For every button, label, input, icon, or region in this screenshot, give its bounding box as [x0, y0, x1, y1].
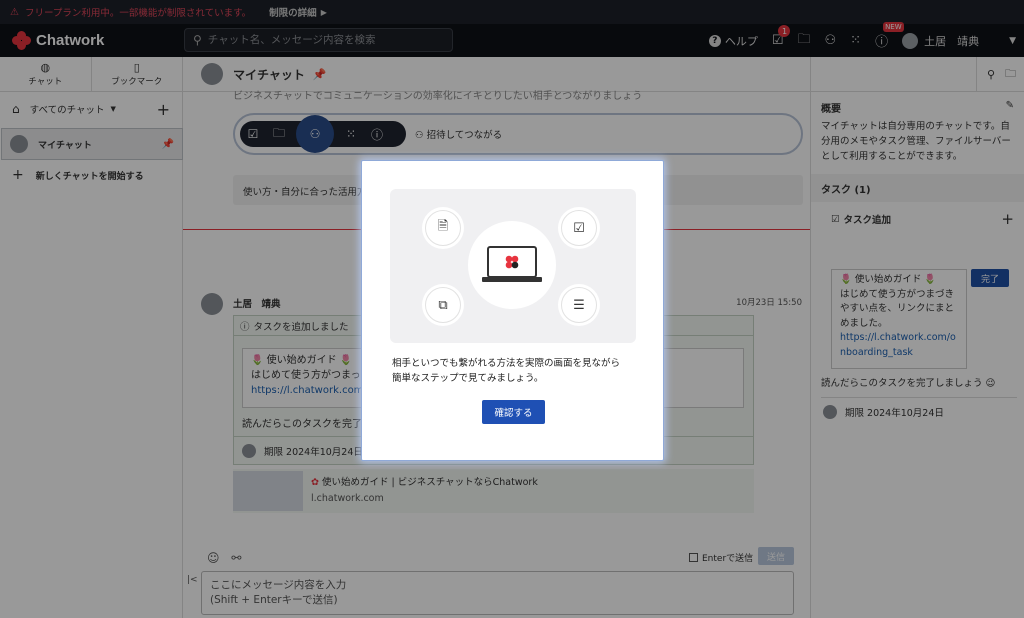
modal-description: 相手といつでも繋がれる方法を実際の画面を見ながら 簡単なステップで見てみましょう…: [392, 356, 642, 386]
laptop-circle: [468, 221, 556, 309]
onboarding-illustration: 🗎 ☑ ⧉ ☰: [390, 189, 636, 343]
chat-bubble-icon: ☰: [561, 287, 597, 323]
check-icon-circle: ☑: [558, 207, 600, 249]
video-icon-circle: ⧉: [422, 284, 464, 326]
document-icon: 🗎: [425, 210, 461, 246]
confirm-button[interactable]: 確認する: [482, 400, 545, 424]
document-icon-circle: 🗎: [422, 207, 464, 249]
checkbox-icon: ☑: [561, 210, 597, 246]
modal-text-line1: 相手といつでも繋がれる方法を実際の画面を見ながら: [392, 358, 621, 369]
video-call-icon: ⧉: [425, 287, 461, 323]
laptop-icon: [482, 246, 542, 282]
modal-text-line2: 簡単なステップで見てみましょう。: [392, 373, 544, 384]
onboarding-modal: 🗎 ☑ ⧉ ☰ 相手といつでも繋がれる方法を実際の画面を見ながら 簡単なステップ…: [361, 160, 664, 461]
chat-icon-circle: ☰: [558, 284, 600, 326]
